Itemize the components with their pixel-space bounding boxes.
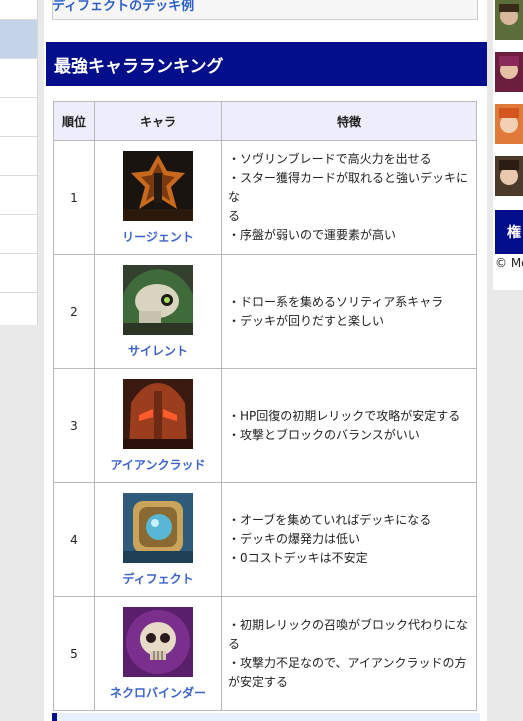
left-nav-item[interactable] [0, 59, 37, 98]
table-header-row: 順位 キャラ 特徴 [53, 101, 477, 141]
character-cell: ネクロバインダー [94, 596, 222, 711]
character-name-link[interactable]: アイアンクラッド [96, 456, 220, 473]
table-row: 1 リージェント ・ソヴリンブレードで高火力を出せる ・スター獲得カードが取れる… [53, 140, 477, 255]
table-row: 4 ディフェクト ・オーブを集めていればデッキになる ・デッキの爆発力は低い ・… [53, 482, 477, 597]
table-row: 2 サイレント ・ドロー系を集めるソリティア系キャラ ・デッキが回りだすと楽しい [53, 254, 477, 369]
left-nav-item-active[interactable] [0, 20, 37, 59]
feature-text: ・0コストデッキは不安定 [228, 551, 368, 565]
thumbnail-image[interactable] [495, 52, 523, 92]
character-cell: サイレント [94, 254, 222, 369]
feature-text: ・攻撃とブロックのバランスがいい [228, 427, 420, 442]
character-cell: リージェント [94, 140, 222, 255]
ironclad-portrait[interactable] [123, 378, 193, 449]
rank-number: 1 [53, 140, 95, 255]
left-nav-item[interactable] [0, 98, 37, 137]
character-name-link[interactable]: リージェント [96, 228, 220, 245]
right-sidebar: 権 © Me [493, 0, 523, 721]
column-header-features: 特徴 [221, 101, 477, 141]
main-content: ディフェクトのデッキ例 最強キャラランキング 順位 キャラ 特徴 1 リージェン… [44, 0, 487, 721]
feature-text: ・デッキの爆発力は低い [228, 532, 361, 546]
silent-portrait[interactable] [123, 264, 193, 335]
rank-number: 2 [53, 254, 95, 369]
table-row: 3 アイアンクラッド ・HP回復の初期レリックで攻略が安定する ・攻撃とブロック… [53, 368, 477, 483]
left-nav-item[interactable] [0, 0, 37, 20]
right-panel: 権 © Me [493, 0, 523, 290]
thumbnail-image[interactable] [495, 0, 523, 40]
left-nav-item[interactable] [0, 254, 37, 293]
feature-text: ・スター獲得カードが取れると強いデッキにな [228, 171, 469, 204]
table-row: 5 ネクロバインダー ・初期レリックの召喚がブロック代わりにな る ・攻撃力不足… [53, 596, 477, 711]
features-cell: ・ソヴリンブレードで高火力を出せる ・スター獲得カードが取れると強いデッキにな … [221, 140, 477, 255]
column-header-character: キャラ [94, 101, 222, 141]
recommended-heading: 権 [495, 210, 523, 254]
feature-text: ・HP回復の初期レリックで攻略が安定する [228, 408, 461, 423]
left-nav-item[interactable] [0, 176, 37, 215]
feature-text: る [228, 636, 241, 651]
regent-portrait[interactable] [123, 150, 193, 221]
character-cell: ディフェクト [94, 482, 222, 597]
thumbnail-image[interactable] [495, 104, 523, 144]
character-cell: アイアンクラッド [94, 368, 222, 483]
rank-number: 4 [53, 482, 95, 597]
features-cell: ・ドロー系を集めるソリティア系キャラ ・デッキが回りだすと楽しい [221, 254, 477, 369]
feature-text: る [228, 209, 241, 223]
column-header-rank: 順位 [53, 101, 95, 141]
feature-text: ・初期レリックの召喚がブロック代わりにな [228, 617, 469, 632]
ranking-table: 順位 キャラ 特徴 1 リージェント ・ソヴリンブレードで高火力を出せる ・スタ… [53, 101, 477, 711]
character-name-link[interactable]: ネクロバインダー [96, 684, 220, 701]
left-nav [0, 0, 38, 325]
defect-deck-example-link[interactable]: ディフェクトのデッキ例 [52, 0, 194, 14]
defect-portrait[interactable] [123, 492, 193, 563]
next-section-heading [52, 713, 480, 721]
left-nav-item[interactable] [0, 137, 37, 176]
copyright-text: © Me [495, 256, 523, 270]
features-cell: ・HP回復の初期レリックで攻略が安定する ・攻撃とブロックのバランスがいい [221, 368, 477, 483]
character-name-link[interactable]: ディフェクト [96, 570, 220, 587]
features-cell: ・オーブを集めていればデッキになる ・デッキの爆発力は低い ・0コストデッキは不… [221, 482, 477, 597]
left-nav-item[interactable] [0, 215, 37, 254]
necrobinder-portrait[interactable] [123, 606, 193, 677]
rank-number: 5 [53, 596, 95, 711]
feature-text: ・攻撃力不足なので、アイアンクラッドの方 [228, 655, 467, 670]
thumbnail-image[interactable] [495, 156, 523, 196]
section-title: 最強キャラランキング [46, 42, 487, 86]
left-sidebar [0, 0, 38, 721]
feature-text: ・ドロー系を集めるソリティア系キャラ [228, 294, 444, 309]
feature-text: が安定する [228, 674, 289, 689]
features-cell: ・初期レリックの召喚がブロック代わりにな る ・攻撃力不足なので、アイアンクラッ… [221, 596, 477, 711]
rank-number: 3 [53, 368, 95, 483]
character-name-link[interactable]: サイレント [96, 342, 220, 359]
feature-text: ・オーブを集めていればデッキになる [228, 513, 432, 527]
feature-text: ・デッキが回りだすと楽しい [228, 313, 385, 328]
feature-text: ・序盤が弱いので運要素が高い [228, 228, 397, 242]
feature-text: ・ソヴリンブレードで高火力を出せる [228, 152, 432, 166]
